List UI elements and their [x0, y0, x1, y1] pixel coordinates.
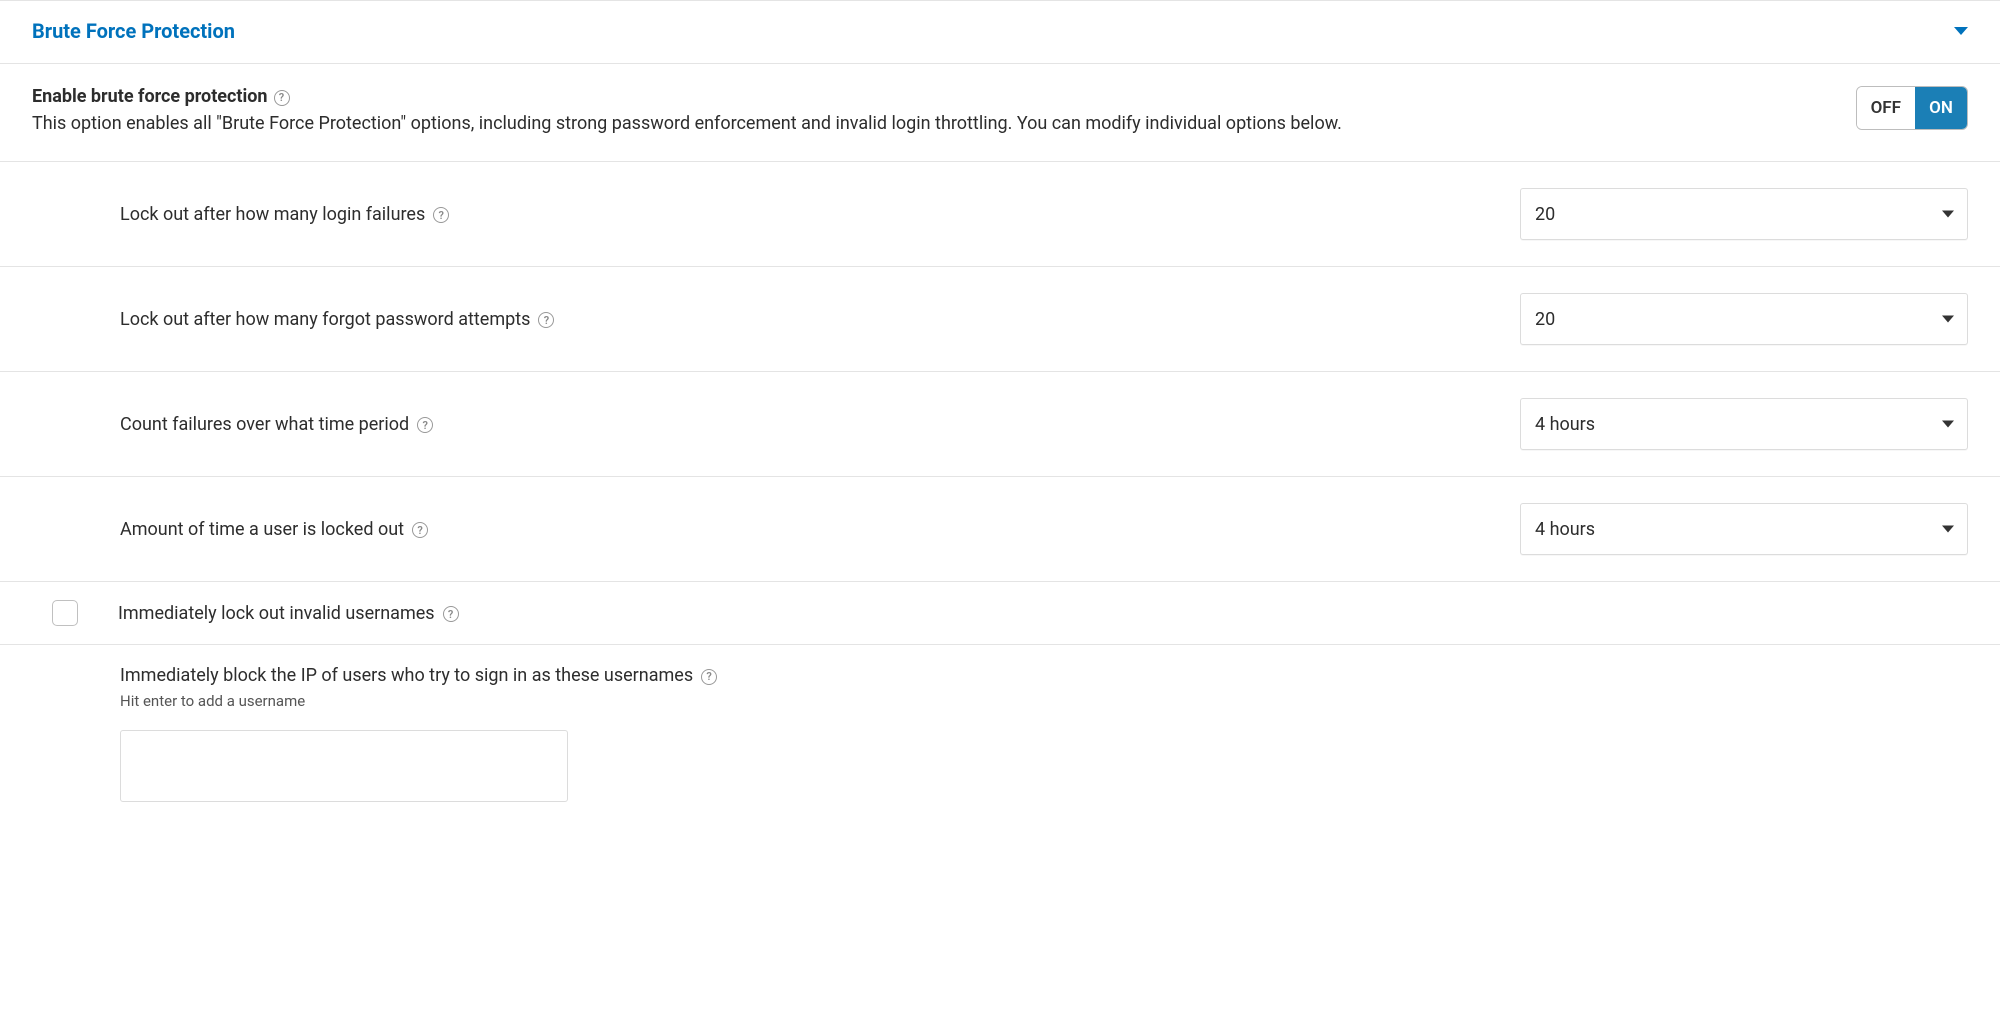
help-icon[interactable]: ?: [412, 522, 428, 538]
enable-row: Enable brute force protection ? This opt…: [0, 64, 2000, 162]
lockout-time-select[interactable]: 4 hours: [1520, 503, 1968, 555]
forgot-password-row: Lock out after how many forgot password …: [0, 267, 2000, 372]
lockout-time-value: 4 hours: [1535, 519, 1595, 540]
count-period-label: Count failures over what time period ?: [120, 414, 1520, 435]
count-period-row: Count failures over what time period ? 4…: [0, 372, 2000, 477]
block-ip-usernames-label: Immediately block the IP of users who tr…: [120, 665, 1968, 686]
lockout-invalid-usernames-checkbox[interactable]: [52, 600, 78, 626]
lockout-time-label: Amount of time a user is locked out ?: [120, 519, 1520, 540]
panel-header[interactable]: Brute Force Protection: [0, 1, 2000, 64]
block-ip-usernames-input[interactable]: [120, 730, 568, 802]
toggle-on[interactable]: ON: [1915, 87, 1967, 129]
lockout-invalid-usernames-row: Immediately lock out invalid usernames ?: [0, 582, 2000, 645]
enable-label: Enable brute force protection ?: [32, 86, 290, 107]
forgot-password-select-wrap: 20: [1520, 293, 1968, 345]
login-failures-value: 20: [1535, 204, 1555, 225]
lockout-invalid-usernames-label: Immediately lock out invalid usernames ?: [118, 603, 459, 624]
forgot-password-label: Lock out after how many forgot password …: [120, 309, 1520, 330]
count-period-select-wrap: 4 hours: [1520, 398, 1968, 450]
count-period-select[interactable]: 4 hours: [1520, 398, 1968, 450]
login-failures-select-wrap: 20: [1520, 188, 1968, 240]
help-icon[interactable]: ?: [417, 417, 433, 433]
help-icon[interactable]: ?: [701, 669, 717, 685]
enable-label-text: Enable brute force protection: [32, 86, 268, 107]
help-icon[interactable]: ?: [538, 312, 554, 328]
toggle-off[interactable]: OFF: [1857, 87, 1915, 129]
block-ip-usernames-section: Immediately block the IP of users who tr…: [0, 645, 2000, 830]
enable-text: Enable brute force protection ? This opt…: [32, 86, 1856, 137]
count-period-value: 4 hours: [1535, 414, 1595, 435]
forgot-password-select[interactable]: 20: [1520, 293, 1968, 345]
block-ip-usernames-hint: Hit enter to add a username: [120, 692, 1968, 710]
login-failures-row: Lock out after how many login failures ?…: [0, 162, 2000, 267]
forgot-password-value: 20: [1535, 309, 1555, 330]
lockout-time-select-wrap: 4 hours: [1520, 503, 1968, 555]
panel-title: Brute Force Protection: [32, 19, 235, 43]
help-icon[interactable]: ?: [433, 207, 449, 223]
help-icon[interactable]: ?: [274, 90, 290, 106]
login-failures-select[interactable]: 20: [1520, 188, 1968, 240]
help-icon[interactable]: ?: [443, 606, 459, 622]
brute-force-panel: Brute Force Protection Enable brute forc…: [0, 0, 2000, 830]
chevron-down-icon: [1954, 27, 1968, 35]
enable-description: This option enables all "Brute Force Pro…: [32, 111, 1832, 137]
lockout-time-row: Amount of time a user is locked out ? 4 …: [0, 477, 2000, 582]
enable-toggle[interactable]: OFF ON: [1856, 86, 1968, 130]
login-failures-label: Lock out after how many login failures ?: [120, 204, 1520, 225]
